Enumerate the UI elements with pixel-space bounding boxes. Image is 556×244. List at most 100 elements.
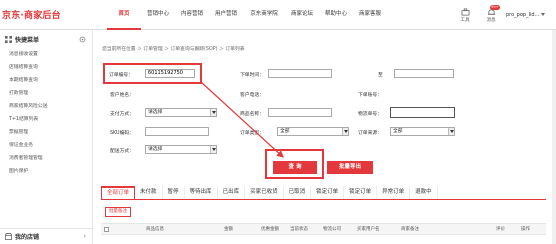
tab-locked[interactable]: 锁定订单 <box>311 186 345 199</box>
sidebar: 快捷菜单 消息接收设置 店铺结算查询 本期结算查询 打款管理 商家结算风险公送 … <box>0 30 93 244</box>
col-actions: 操作 <box>521 227 530 232</box>
order-no-highlight <box>103 63 202 84</box>
customer-name-label: 客户姓名： <box>110 93 134 98</box>
tab-unpaid[interactable]: 未付款 <box>135 186 163 199</box>
pay-method-select[interactable]: 请选择 <box>145 108 217 117</box>
message-badge: 99+ <box>489 4 500 10</box>
logo[interactable]: 京东·商家后台 <box>2 8 61 21</box>
order-type-select[interactable]: 全部 <box>277 127 349 136</box>
sidebar-item-message-settings[interactable]: 消息接收设置 <box>0 48 92 61</box>
date-to-label: 至 <box>378 73 383 78</box>
order-time-start-input[interactable] <box>268 69 332 78</box>
sidebar-item-image-protection[interactable]: 图片保护 <box>0 165 92 178</box>
product-name-label: 商品名称： <box>240 112 264 117</box>
order-type-value: 全部 <box>280 129 290 134</box>
sidebar-item-payment-management[interactable]: 打款管理 <box>0 87 92 100</box>
product-name-input[interactable] <box>268 108 332 117</box>
sidebar-item-settlement-query[interactable]: 店铺结算查询 <box>0 61 92 74</box>
tab-refunding[interactable]: 退款中 <box>410 186 438 199</box>
query-button[interactable]: 查 询 <box>273 161 317 174</box>
order-source-label: 订单来源： <box>358 131 382 136</box>
waybill-label: 物流单号： <box>358 112 382 117</box>
page-scrollbar[interactable] <box>552 30 556 244</box>
user-name: pro_pop_lid... <box>506 12 540 18</box>
quick-menu-list: 消息接收设置 店铺结算查询 本期结算查询 打款管理 商家结算风险公送 T+1结算… <box>0 48 92 178</box>
user-menu[interactable]: pro_pop_lid... <box>504 12 556 18</box>
top-right-tools: 工具 99+ 消息 pro_pop_lid... <box>452 0 556 30</box>
pay-method-value: 请选择 <box>148 110 163 115</box>
nav-content-marketing[interactable]: 内容营销 <box>175 0 209 30</box>
order-source-select[interactable]: 全部 <box>390 127 455 136</box>
tab-cancelled[interactable]: 已取消 <box>284 186 312 199</box>
sku-label: SKU编码： <box>110 131 134 136</box>
tab-all-orders[interactable]: 全部订单 <box>101 186 136 199</box>
quick-menu-header: 快捷菜单 <box>0 30 92 48</box>
sidebar-item-t1-settlement[interactable]: T+1结算列表 <box>0 113 92 126</box>
col-discount: 优惠金额 <box>261 227 279 232</box>
tab-awaiting-shipment[interactable]: 等待出库 <box>185 186 218 199</box>
messages-label: 消息 <box>486 17 496 23</box>
sidebar-item-deposit[interactable]: 保证金业务 <box>0 139 92 152</box>
gear-icon[interactable] <box>79 36 86 43</box>
tools-button[interactable]: 工具 <box>452 8 478 23</box>
delivery-select[interactable]: 请选择 <box>145 145 217 154</box>
order-table-header: 商品信息 金额 优惠金额 当前状态 物流公司 买家用户名 商家备注 评价 操作 <box>101 223 546 235</box>
chevron-down-icon <box>541 13 546 16</box>
sidebar-item-settlement-risk[interactable]: 商家结算风险公送 <box>0 100 92 113</box>
breadcrumb: 您当前所在位置 ＞ 订单管理 ＞ 订单查询与跟踪(SOP) ＞ 订单列表 <box>102 47 245 52</box>
my-store-title: 我的店铺 <box>15 234 40 241</box>
nav-help[interactable]: 帮助中心 <box>319 0 353 30</box>
main-nav: 首页 营销中心 内容营销 用户营销 京东商学院 商家论坛 帮助中心 商家客服 <box>107 0 387 30</box>
order-time-end-input[interactable] <box>394 69 454 78</box>
col-product-info: 商品信息 <box>146 227 164 232</box>
order-status-tabs: 全部订单 未付款 暂停 等待出库 已出库 买家已收货 已取消 锁定订单 锁定订单… <box>101 186 546 200</box>
col-logistics: 物流公司 <box>323 227 341 232</box>
nav-home[interactable]: 首页 <box>107 0 141 30</box>
order-source-value: 全部 <box>393 129 403 134</box>
sidebar-item-invoice-management[interactable]: 票据管理 <box>0 126 92 139</box>
batch-remark-button[interactable]: 批量备注 <box>105 207 131 217</box>
tab-received[interactable]: 买家已收货 <box>245 186 284 199</box>
tab-locked-2[interactable]: 锁定订单 <box>344 186 378 199</box>
dropdown-arrow-icon <box>210 146 216 153</box>
messages-button[interactable]: 99+ 消息 <box>478 4 504 23</box>
account-label: 下单账号： <box>358 93 382 98</box>
delivery-value: 请选择 <box>148 147 163 152</box>
store-icon <box>5 233 12 240</box>
dropdown-arrow-icon <box>210 109 216 116</box>
waybill-input[interactable] <box>390 107 455 118</box>
batch-export-button[interactable]: 批量导出 <box>327 161 373 174</box>
nav-forum[interactable]: 商家论坛 <box>285 0 319 30</box>
col-merchant-note: 商家备注 <box>401 227 419 232</box>
pay-method-label: 支付方式： <box>110 112 134 117</box>
nav-service[interactable]: 商家客服 <box>353 0 387 30</box>
col-rating: 评价 <box>496 227 505 232</box>
quick-menu-title: 快捷菜单 <box>15 36 40 44</box>
tools-label: 工具 <box>460 17 470 23</box>
toolbox-icon <box>461 8 469 15</box>
sidebar-item-consumer-management[interactable]: 消费者管理管理 <box>0 152 92 165</box>
grid-icon <box>5 35 12 43</box>
nav-academy[interactable]: 京东商学院 <box>243 0 285 30</box>
dropdown-arrow-icon <box>342 128 348 135</box>
tab-paused[interactable]: 暂停 <box>163 186 185 199</box>
sku-input[interactable] <box>145 127 209 136</box>
nav-user-marketing[interactable]: 用户营销 <box>209 0 243 30</box>
my-store-section[interactable]: 我的店铺 › <box>0 228 92 244</box>
select-all-checkbox[interactable] <box>104 227 109 232</box>
top-bar: 京东·商家后台 首页 营销中心 内容营销 用户营销 京东商学院 商家论坛 帮助中… <box>0 0 556 30</box>
col-status: 当前状态 <box>290 227 308 232</box>
delivery-label: 配送方式： <box>110 149 134 154</box>
sidebar-item-current-settlement[interactable]: 本期结算查询 <box>0 74 92 87</box>
col-buyer: 买家用户名 <box>357 227 380 232</box>
col-amount: 金额 <box>224 227 233 232</box>
main-content: 您当前所在位置 ＞ 订单管理 ＞ 订单查询与跟踪(SOP) ＞ 订单列表 订单编… <box>93 30 556 244</box>
order-type-label: 订单类型： <box>240 131 264 136</box>
order-time-label: 下单时间： <box>240 73 264 78</box>
chevron-right-icon: › <box>83 233 86 240</box>
dropdown-arrow-icon <box>448 128 454 135</box>
tab-abnormal[interactable]: 异常订单 <box>377 186 411 199</box>
tab-shipped[interactable]: 已出库 <box>218 186 246 199</box>
customer-phone-label: 客户电话： <box>240 93 264 98</box>
nav-marketing[interactable]: 营销中心 <box>141 0 175 30</box>
